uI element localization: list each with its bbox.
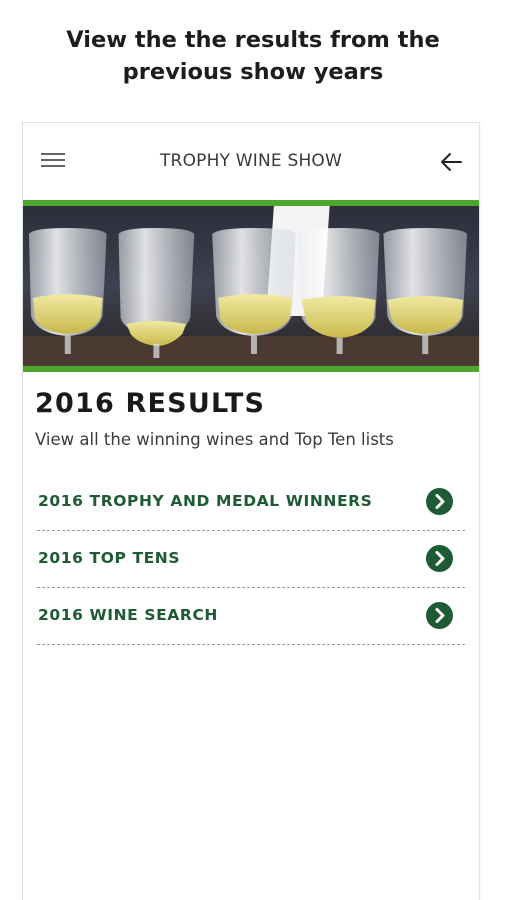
wine-glasses-image — [23, 206, 479, 366]
link-trophy-medal-winners[interactable]: 2016 TROPHY AND MEDAL WINNERS — [37, 468, 465, 531]
results-section: 2016 RESULTS View all the winning wines … — [23, 388, 479, 450]
promo-caption: View the the results from the previous s… — [0, 24, 506, 88]
link-wine-search[interactable]: 2016 WINE SEARCH — [37, 588, 465, 645]
results-title: 2016 RESULTS — [35, 388, 266, 419]
chevron-right-circle-icon[interactable] — [426, 545, 453, 572]
app-bar: TROPHY WINE SHOW — [23, 123, 479, 200]
promo-caption-line-1: View the the results from the — [66, 27, 440, 53]
promo-caption-line-2: previous show years — [122, 59, 384, 85]
results-links-list: 2016 TROPHY AND MEDAL WINNERS 2016 TOP T… — [23, 468, 479, 645]
link-label: 2016 TROPHY AND MEDAL WINNERS — [38, 492, 373, 510]
arrow-left-icon[interactable] — [439, 151, 463, 173]
phone-screen: TROPHY WINE SHOW 2016 RESULTS View all t… — [22, 122, 480, 900]
chevron-right-circle-icon[interactable] — [426, 488, 453, 515]
hero-banner — [23, 200, 479, 372]
link-label: 2016 WINE SEARCH — [38, 606, 218, 624]
chevron-right-circle-icon[interactable] — [426, 602, 453, 629]
results-subtitle: View all the winning wines and Top Ten l… — [35, 430, 394, 449]
link-label: 2016 TOP TENS — [38, 549, 181, 567]
app-title: TROPHY WINE SHOW — [159, 151, 343, 171]
link-top-tens[interactable]: 2016 TOP TENS — [37, 531, 465, 588]
